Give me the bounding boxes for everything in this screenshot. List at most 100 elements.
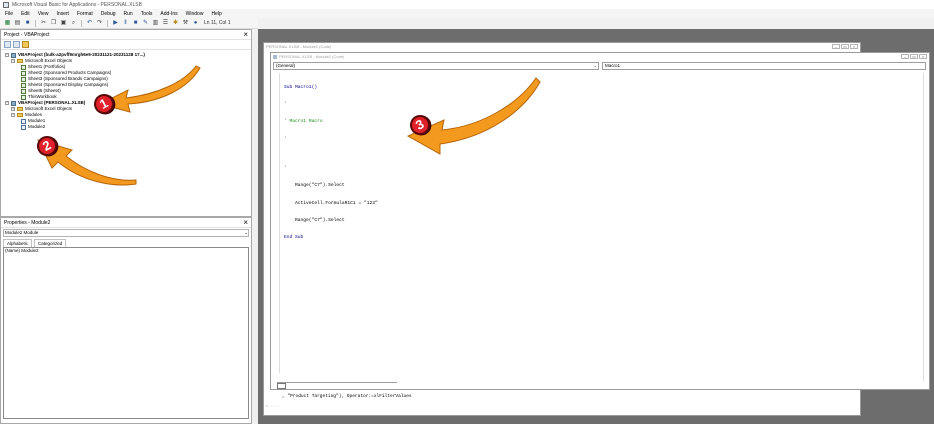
chevron-down-icon: ⌄ xyxy=(593,63,597,68)
sheet-icon xyxy=(21,88,26,94)
module-icon xyxy=(21,124,26,130)
code-line: Range("C7").Select xyxy=(284,217,345,223)
menu-file[interactable]: File xyxy=(4,11,14,17)
collapse-icon[interactable]: − xyxy=(11,59,15,63)
menu-edit[interactable]: Edit xyxy=(20,11,31,17)
sheet-icon xyxy=(21,94,26,100)
window-title: Microsoft Visual Basic for Applications … xyxy=(12,1,142,8)
folder-icon xyxy=(17,59,23,63)
restore-icon[interactable]: ▭ xyxy=(910,54,918,59)
run-icon[interactable]: ▶ xyxy=(112,20,119,27)
project-icon xyxy=(11,52,16,58)
code-line: ' Macro1 Macro xyxy=(284,119,323,125)
help-icon[interactable]: ● xyxy=(192,20,199,27)
break-icon[interactable]: ‖ xyxy=(122,20,129,27)
toggle-folders-icon[interactable] xyxy=(22,41,29,48)
menu-help[interactable]: Help xyxy=(210,11,222,17)
tab-alphabetic[interactable]: Alphabetic xyxy=(3,239,33,247)
close-icon[interactable]: × xyxy=(850,44,858,49)
properties-title-bar: Properties - Module2 × xyxy=(1,218,251,228)
find-icon[interactable]: ⌕ xyxy=(70,20,77,27)
tab-categorized[interactable]: Categorized xyxy=(34,239,67,247)
expand-icon[interactable]: + xyxy=(11,107,15,111)
project-explorer-title-bar: Project - VBAProject × xyxy=(1,30,251,40)
menu-bar: File Edit View Insert Format Debug Run T… xyxy=(0,9,934,18)
code-window-title-bar: PERSONAL.XLSB - Module2 (Code) – ▭ × xyxy=(271,53,929,60)
folder-icon xyxy=(17,107,23,111)
code-line: Range("C7").Select xyxy=(284,183,345,189)
code-window-title-bar: PERSONAL.XLSB - Module1 (Code) – ▭ × xyxy=(264,43,860,50)
close-icon[interactable]: × xyxy=(243,30,248,39)
code-editor[interactable]: Sub Macro1() ' ' Macro1 Macro ' ' Range(… xyxy=(279,73,921,373)
project-explorer-title: Project - VBAProject xyxy=(4,31,50,38)
view-code-icon[interactable] xyxy=(4,41,11,48)
minimize-icon[interactable]: – xyxy=(901,54,909,59)
redo-icon[interactable]: ↷ xyxy=(96,20,103,27)
object-dropdown[interactable]: (General) ⌄ xyxy=(273,62,599,70)
chevron-down-icon: ⌄ xyxy=(244,230,248,235)
menu-debug[interactable]: Debug xyxy=(100,11,117,17)
menu-view[interactable]: View xyxy=(37,11,50,17)
cursor-position: Ln 11, Col 1 xyxy=(204,20,231,26)
properties-object-dropdown[interactable]: Module2 Module ⌄ xyxy=(3,229,249,237)
sheet-icon xyxy=(21,70,26,76)
collapse-icon[interactable]: − xyxy=(5,101,9,105)
collapse-icon[interactable]: − xyxy=(5,53,9,57)
procedure-dropdown[interactable]: Macro1 xyxy=(602,62,926,70)
view-toggle-icon[interactable] xyxy=(277,383,286,389)
module-icon xyxy=(21,118,26,124)
code-line: Sub Macro1() xyxy=(284,84,318,90)
sheet-icon xyxy=(21,76,26,82)
restore-icon[interactable]: ▭ xyxy=(841,44,849,49)
copy-icon[interactable]: ❐ xyxy=(50,20,57,27)
code-line: ' xyxy=(284,101,287,107)
project-explorer-icon[interactable]: ▥ xyxy=(152,20,159,27)
reset-icon[interactable]: ■ xyxy=(132,20,139,27)
menu-tools[interactable]: Tools xyxy=(140,11,154,17)
sheet-icon xyxy=(21,82,26,88)
vertical-scrollbar[interactable] xyxy=(923,73,927,381)
project-explorer: Project - VBAProject × − VBAProject (bul… xyxy=(0,29,252,217)
insert-module-icon[interactable]: ▤ xyxy=(14,20,21,27)
menu-run[interactable]: Run xyxy=(123,11,134,17)
code-window-module2[interactable]: PERSONAL.XLSB - Module2 (Code) – ▭ × (Ge… xyxy=(270,52,930,390)
object-browser-icon[interactable]: ✱ xyxy=(172,20,179,27)
code-line: ActiveCell.FormulaR1C1 = "123" xyxy=(284,200,378,206)
view-object-icon[interactable] xyxy=(13,41,20,48)
design-mode-icon[interactable]: ✎ xyxy=(142,20,149,27)
toolbox-icon[interactable]: ⚒ xyxy=(182,20,189,27)
code-line: End Sub xyxy=(284,235,304,241)
horizontal-scrollbar[interactable] xyxy=(277,382,397,388)
project-icon xyxy=(11,100,16,106)
save-icon[interactable]: ■ xyxy=(24,20,31,27)
properties-window-icon[interactable]: ☰ xyxy=(162,20,169,27)
paste-icon[interactable]: ▣ xyxy=(60,20,67,27)
menu-add-ins[interactable]: Add-Ins xyxy=(159,11,178,17)
close-icon[interactable]: × xyxy=(243,218,248,227)
properties-title: Properties - Module2 xyxy=(4,219,51,226)
code-combo-row: (General) ⌄ Macro1 xyxy=(271,62,929,71)
minimize-icon[interactable]: – xyxy=(832,44,840,49)
code-line[interactable]: , "Product Targeting"), Operator:=xlFilt… xyxy=(282,394,412,399)
folder-icon xyxy=(17,113,23,117)
code-line: ' xyxy=(284,165,287,171)
menu-insert[interactable]: Insert xyxy=(55,11,70,17)
property-row[interactable]: (Name) Module2 xyxy=(5,248,248,254)
tree-item[interactable]: Module2 xyxy=(3,124,249,130)
code-window-title: PERSONAL.XLSB - Module2 (Code) xyxy=(279,54,345,59)
undo-icon[interactable]: ↶ xyxy=(86,20,93,27)
title-bar: Microsoft Visual Basic for Applications … xyxy=(0,0,934,9)
module-icon xyxy=(273,54,277,59)
menu-format[interactable]: Format xyxy=(76,11,94,17)
code-window-title: PERSONAL.XLSB - Module1 (Code) xyxy=(266,44,332,49)
collapse-icon[interactable]: − xyxy=(11,113,15,117)
view-excel-icon[interactable]: ▦ xyxy=(4,20,11,27)
properties-grid: (Name) Module2 xyxy=(3,247,249,419)
horizontal-scrollbar[interactable] xyxy=(266,401,282,411)
close-icon[interactable]: × xyxy=(919,54,927,59)
sheet-icon xyxy=(21,64,26,70)
menu-window[interactable]: Window xyxy=(185,11,205,17)
cut-icon[interactable]: ✂ xyxy=(40,20,47,27)
code-line: ' xyxy=(284,136,287,142)
properties-window: Properties - Module2 × Module2 Module ⌄ … xyxy=(0,217,252,424)
